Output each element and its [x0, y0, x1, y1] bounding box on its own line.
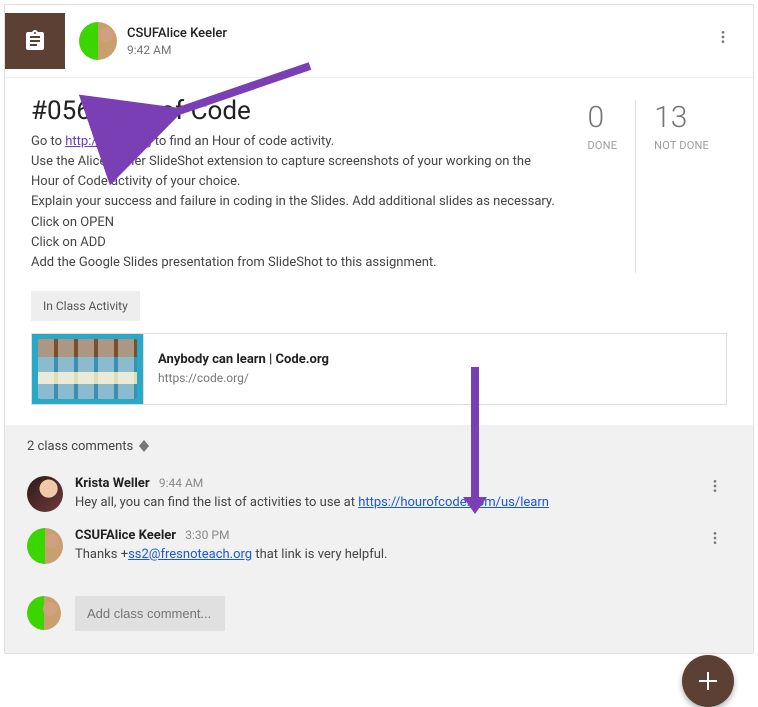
assignment-card: CSUFAlice Keeler 9:42 AM #056 Hour of Co…: [4, 4, 754, 654]
post-content: #056 Hour of Code Go to http://code.org …: [31, 96, 557, 273]
comment-text-part: Hey all, you can find the list of activi…: [75, 495, 358, 510]
card-header: CSUFAlice Keeler 9:42 AM: [5, 5, 753, 77]
comment-header: CSUFAlice Keeler 3:30 PM: [75, 528, 701, 543]
add-comment-input[interactable]: [75, 596, 225, 631]
assignment-icon: [23, 29, 47, 53]
attachment-card[interactable]: Anybody can learn | Code.org https://cod…: [31, 333, 727, 405]
create-fab[interactable]: [682, 655, 734, 707]
comment-author: Krista Weller: [75, 476, 150, 491]
comments-header[interactable]: 2 class comments: [27, 439, 731, 454]
post-menu-button[interactable]: [711, 25, 735, 49]
comment-body: Krista Weller 9:44 AM Hey all, you can f…: [75, 476, 731, 512]
comment-time: 3:30 PM: [185, 528, 229, 542]
comments-count: 2 class comments: [27, 439, 133, 454]
comment-item: Krista Weller 9:44 AM Hey all, you can f…: [27, 468, 731, 520]
header-text: CSUFAlice Keeler 9:42 AM: [127, 26, 227, 57]
attachment-info: Anybody can learn | Code.org https://cod…: [144, 352, 343, 385]
hourofcode-link[interactable]: https://hourofcode.com/us/learn: [358, 495, 549, 510]
done-count: 0: [587, 100, 617, 135]
add-comment-row: [5, 586, 753, 653]
author-name: CSUFAlice Keeler: [127, 26, 227, 41]
not-done-label: NOT DONE: [654, 139, 709, 152]
commenter-avatar[interactable]: [27, 476, 63, 512]
comment-menu-button[interactable]: [703, 526, 727, 550]
assignment-icon-box: [5, 13, 65, 69]
desc-text: Explain your success and failure in codi…: [31, 194, 555, 209]
comment-text-part: that link is very helpful.: [252, 547, 387, 562]
comment-menu-button[interactable]: [703, 474, 727, 498]
comment-body: CSUFAlice Keeler 3:30 PM Thanks +ss2@fre…: [75, 528, 731, 564]
not-done-stat[interactable]: 13 NOT DONE: [635, 100, 727, 273]
desc-text: Click on ADD: [31, 235, 106, 250]
comment-author: CSUFAlice Keeler: [75, 528, 176, 543]
kebab-icon: [707, 530, 723, 546]
comment-text-part: Thanks +: [75, 547, 128, 562]
comment-header: Krista Weller 9:44 AM: [75, 476, 701, 491]
commenter-avatar[interactable]: [27, 528, 63, 564]
desc-text: Go to: [31, 134, 65, 149]
attachment-thumbnail: [32, 333, 144, 405]
self-avatar[interactable]: [27, 596, 61, 630]
comment-text: Hey all, you can find the list of activi…: [75, 495, 701, 510]
kebab-icon: [715, 29, 731, 45]
code-org-link[interactable]: http://code.org: [65, 134, 151, 149]
desc-text: to find an Hour of code activity.: [152, 134, 335, 149]
comment-time: 9:44 AM: [159, 476, 203, 490]
done-stat[interactable]: 0 DONE: [569, 100, 635, 273]
desc-text: Click on OPEN: [31, 215, 114, 230]
comment-text: Thanks +ss2@fresnoteach.org that link is…: [75, 547, 701, 562]
done-label: DONE: [587, 139, 617, 152]
desc-text: Add the Google Slides presentation from …: [31, 255, 437, 270]
assignment-title: #056 Hour of Code: [31, 96, 557, 126]
attachment-title: Anybody can learn | Code.org: [158, 352, 329, 367]
assignment-description: Go to http://code.org to find an Hour of…: [31, 132, 557, 273]
card-body: #056 Hour of Code Go to http://code.org …: [5, 78, 753, 273]
collapse-icon: [139, 440, 149, 452]
post-time: 9:42 AM: [127, 43, 227, 57]
comments-section: 2 class comments Krista Weller 9:44 AM H…: [5, 425, 753, 586]
kebab-icon: [707, 478, 723, 494]
status-panel: 0 DONE 13 NOT DONE: [557, 96, 727, 273]
desc-text: Use the Alice Keeler SlideShot extension…: [31, 154, 531, 189]
attachment-url: https://code.org/: [158, 371, 329, 385]
comment-item: CSUFAlice Keeler 3:30 PM Thanks +ss2@fre…: [27, 520, 731, 572]
topic-chip[interactable]: In Class Activity: [31, 291, 140, 321]
not-done-count: 13: [654, 100, 709, 135]
email-link[interactable]: ss2@fresnoteach.org: [128, 547, 252, 562]
author-avatar[interactable]: [79, 22, 117, 60]
